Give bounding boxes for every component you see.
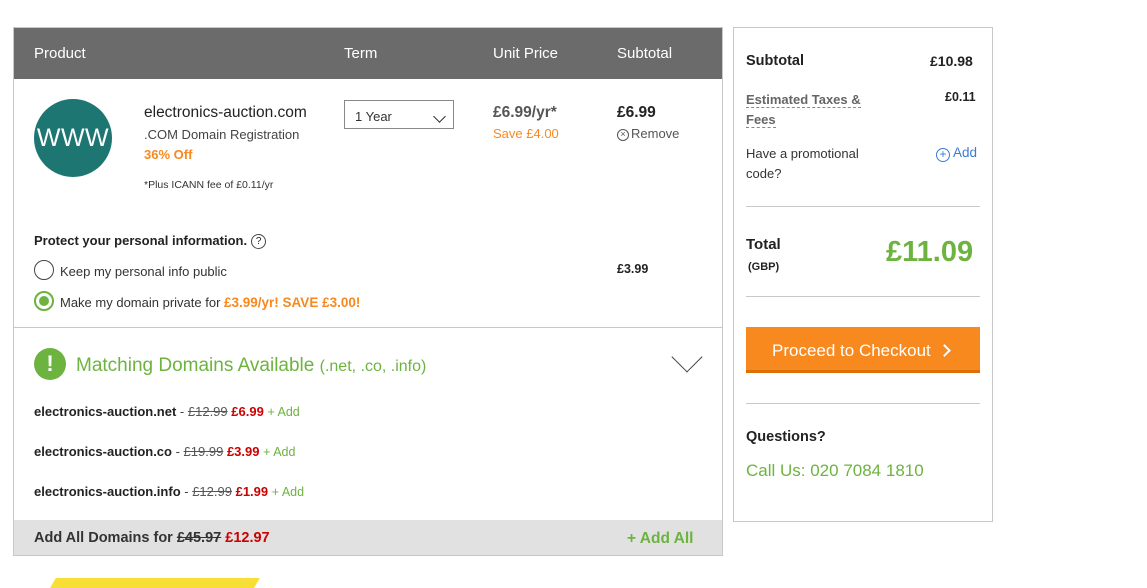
icann-fee-note: *Plus ICANN fee of £0.11/yr: [144, 179, 274, 191]
taxes-label-line-1: Estimated Taxes &: [746, 92, 861, 108]
suggested-domain-row: electronics-auction.co - £19.99 £3.99 + …: [34, 444, 295, 459]
matching-title-text: Matching Domains Available: [76, 355, 315, 376]
add-all-bar: Add All Domains for £45.97 £12.97 + Add …: [14, 520, 722, 555]
suggested-domain-row: electronics-auction.net - £12.99 £6.99 +…: [34, 404, 300, 419]
old-price: £19.99: [183, 444, 224, 459]
privacy-price: £3.99: [617, 262, 649, 276]
subtotal-label: Subtotal: [746, 53, 804, 69]
add-domain-button[interactable]: + Add: [263, 445, 295, 459]
yellow-banner-decoration: [44, 578, 260, 588]
promo-label: Have a promotional code?: [746, 144, 859, 184]
section-divider: [14, 327, 722, 328]
cart-table-header: Product Term Unit Price Subtotal: [14, 28, 722, 79]
suggested-domain-name: electronics-auction.net: [34, 404, 177, 419]
taxes-label-line-2: Fees: [746, 112, 776, 128]
order-summary-panel: Subtotal £10.98 Estimated Taxes & Fees £…: [733, 27, 993, 522]
summary-divider: [746, 403, 980, 404]
proceed-to-checkout-button[interactable]: Proceed to Checkout: [746, 327, 980, 373]
collapse-chevron-icon[interactable]: [671, 341, 703, 373]
add-promo-label: Add: [953, 145, 978, 160]
total-label: Total: [746, 236, 781, 253]
unit-price: £6.99/yr*: [493, 104, 557, 121]
separator: -: [171, 444, 184, 459]
header-product: Product: [34, 45, 86, 62]
domain-name: electronics-auction.com: [144, 104, 307, 121]
taxes-fees-tooltip[interactable]: Estimated Taxes & Fees: [746, 90, 861, 130]
old-price: £12.99: [187, 404, 228, 419]
cart-panel: Product Term Unit Price Subtotal WWW ele…: [13, 27, 723, 556]
chevron-down-icon: [433, 110, 446, 123]
sale-price: £1.99: [235, 484, 269, 499]
remove-x-icon: ×: [617, 129, 629, 141]
product-type: .COM Domain Registration: [144, 127, 300, 142]
plus-icon: +: [936, 148, 950, 162]
option-public-label[interactable]: Keep my personal info public: [60, 264, 227, 279]
header-term: Term: [344, 45, 378, 62]
remove-label: Remove: [631, 126, 680, 141]
add-all-new-price: £12.97: [225, 530, 270, 546]
taxes-value: £0.11: [945, 90, 976, 104]
remove-button[interactable]: × Remove: [617, 126, 679, 141]
chevron-right-icon: [938, 344, 951, 357]
suggested-domain-name: electronics-auction.co: [34, 444, 172, 459]
suggested-domain-name: electronics-auction.info: [34, 484, 181, 499]
separator: -: [180, 484, 193, 499]
add-all-button[interactable]: + Add All: [627, 530, 693, 548]
questions-heading: Questions?: [746, 429, 826, 445]
unit-price-savings: Save £4.00: [493, 126, 559, 141]
add-all-label: Add All Domains for: [34, 530, 177, 546]
header-unit-price: Unit Price: [493, 45, 559, 62]
sale-price: £3.99: [226, 444, 260, 459]
help-icon[interactable]: ?: [251, 234, 267, 249]
item-subtotal: £6.99: [617, 104, 656, 121]
add-all-old-price: £45.97: [176, 530, 222, 546]
add-all-summary: Add All Domains for £45.97 £12.97: [34, 530, 270, 546]
term-select-value: 1 Year: [355, 109, 392, 124]
exclamation-icon: !: [34, 348, 66, 380]
option-private-prefix: Make my domain private for: [60, 295, 225, 310]
www-logo-icon: WWW: [34, 99, 112, 177]
radio-make-private[interactable]: [34, 291, 54, 311]
discount-badge: 36% Off: [144, 147, 193, 162]
promo-label-line-2: code?: [746, 166, 782, 181]
suggested-domain-row: electronics-auction.info - £12.99 £1.99 …: [34, 484, 304, 499]
promo-label-line-1: Have a promotional: [746, 146, 859, 161]
subtotal-value: £10.98: [930, 53, 973, 69]
matching-tlds: (.net, .co, .info): [319, 358, 427, 375]
currency-label: (GBP): [748, 261, 780, 273]
summary-divider: [746, 206, 980, 207]
sale-price: £6.99: [231, 404, 264, 419]
term-select[interactable]: 1 Year: [344, 100, 454, 129]
add-domain-button[interactable]: + Add: [267, 405, 299, 419]
radio-keep-public[interactable]: [34, 260, 54, 280]
separator: -: [176, 404, 188, 419]
old-price: £12.99: [192, 484, 232, 499]
privacy-heading: Protect your personal information.?: [34, 233, 267, 249]
option-private-label[interactable]: Make my domain private for £3.99/yr! SAV…: [60, 295, 360, 310]
add-promo-button[interactable]: + Add: [936, 145, 977, 162]
matching-domains-title: Matching Domains Available (.net, .co, .…: [76, 355, 426, 377]
header-subtotal: Subtotal: [617, 45, 673, 62]
option-private-offer: £3.99/yr! SAVE £3.00!: [224, 295, 361, 310]
privacy-heading-text: Protect your personal information.: [34, 233, 248, 248]
total-value: £11.09: [886, 236, 974, 268]
checkout-label: Proceed to Checkout: [772, 341, 931, 360]
summary-divider: [746, 296, 980, 297]
add-domain-button[interactable]: + Add: [272, 485, 304, 499]
call-us-phone[interactable]: Call Us: 020 7084 1810: [746, 461, 924, 481]
